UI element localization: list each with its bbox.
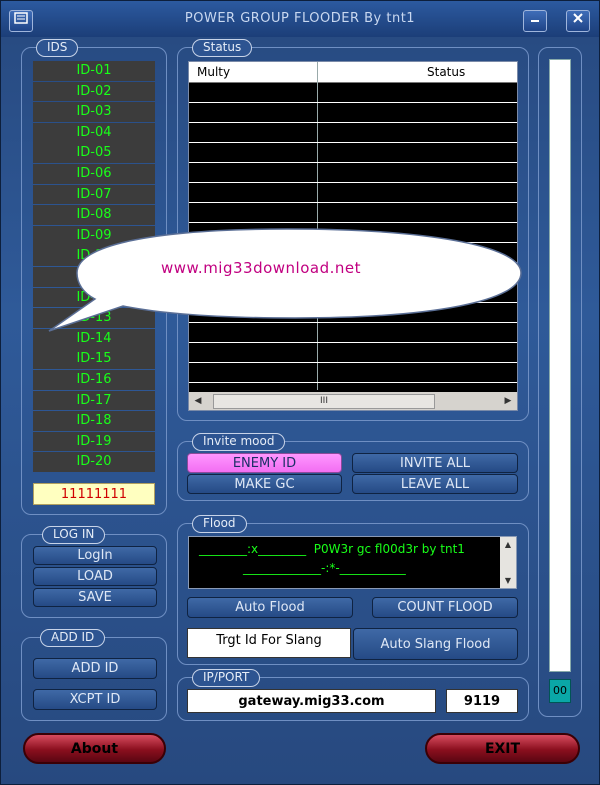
overlay-link-text[interactable]: www.mig33download.net [161,259,361,277]
port-input[interactable]: 9119 [446,689,518,713]
list-item[interactable]: ID-15 [33,349,155,370]
horizontal-scrollbar[interactable]: ◀ III ▶ [189,392,517,410]
leave-all-button[interactable]: LEAVE ALL [352,474,518,494]
minimize-icon[interactable] [523,10,547,32]
login-legend: LOG IN [42,526,106,544]
progress-bar [549,59,571,672]
host-input[interactable]: gateway.mig33.com [187,689,436,713]
speech-bubble-shape [48,228,522,332]
scroll-thumb[interactable]: III [213,394,435,409]
scroll-right-icon[interactable]: ▶ [501,394,515,408]
scroll-down-icon[interactable]: ▼ [500,576,516,585]
list-item[interactable]: ID-01 [33,61,155,81]
list-item[interactable]: ID-03 [33,102,155,122]
table-row [189,362,517,363]
enemy-id-button[interactable]: ENEMY ID [187,453,342,473]
xcpt-id-button[interactable]: XCPT ID [33,689,157,710]
auto-slang-flood-button[interactable]: Auto Slang Flood [353,628,518,660]
column-header-status[interactable]: Status [427,65,465,79]
side-counter: 00 [549,679,571,703]
load-button[interactable]: LOAD [33,567,157,586]
exit-button[interactable]: EXIT [425,733,580,764]
column-header-multy[interactable]: Multy [197,65,230,79]
table-row [189,102,517,103]
scroll-up-icon[interactable]: ▲ [500,540,516,549]
grid-header: Multy Status [189,62,517,83]
count-flood-button[interactable]: COUNT FLOOD [372,597,518,618]
table-row [189,182,517,183]
flood-vertical-scrollbar[interactable]: ▲ ▼ [500,537,516,588]
list-item[interactable]: ID-07 [33,184,155,205]
flood-line-2: _____________-:*-___________ [243,561,406,575]
title-bar[interactable]: POWER GROUP FLOODER By tnt1 [1,1,599,37]
table-row [189,202,517,203]
list-item[interactable]: ID-04 [33,122,155,143]
app-window: POWER GROUP FLOODER By tnt1 IDS ID-01 ID… [0,0,600,785]
list-item[interactable]: ID-05 [33,143,155,164]
close-icon[interactable] [566,10,590,32]
list-item[interactable]: ID-16 [33,369,155,390]
ip-port-legend: IP/PORT [192,669,261,687]
table-row [189,382,517,383]
list-item[interactable]: ID-17 [33,390,155,411]
id-code-field[interactable]: 11111111 [33,483,155,505]
invite-legend: Invite mood [192,433,286,451]
save-button[interactable]: SAVE [33,588,157,607]
auto-flood-button[interactable]: Auto Flood [187,597,353,618]
add-id-legend: ADD ID [40,629,106,647]
flood-message-textarea[interactable]: ________:x________ P0W3r gc fl00d3r by t… [188,536,517,589]
scroll-left-icon[interactable]: ◀ [191,394,205,408]
about-button[interactable]: About [23,733,166,764]
table-row [189,122,517,123]
login-button[interactable]: LogIn [33,546,157,565]
list-item[interactable]: ID-19 [33,431,155,452]
window-title: POWER GROUP FLOODER By tnt1 [184,11,416,26]
speech-bubble-overlay: www.mig33download.net [43,221,531,346]
invite-all-button[interactable]: INVITE ALL [352,453,518,473]
table-row [189,142,517,143]
flood-line-1: ________:x________ P0W3r gc fl00d3r by t… [199,542,465,556]
add-id-button[interactable]: ADD ID [33,658,157,679]
list-item[interactable]: ID-18 [33,411,155,431]
list-item[interactable]: ID-06 [33,163,155,184]
target-id-input[interactable]: Trgt Id For Slang [187,628,351,658]
flood-legend: Flood [192,515,247,533]
list-item[interactable]: ID-02 [33,81,155,102]
ids-legend: IDS [36,39,79,57]
make-gc-button[interactable]: MAKE GC [187,474,342,494]
status-legend: Status [192,39,253,57]
table-row [189,162,517,163]
list-item[interactable]: ID-20 [33,452,155,473]
